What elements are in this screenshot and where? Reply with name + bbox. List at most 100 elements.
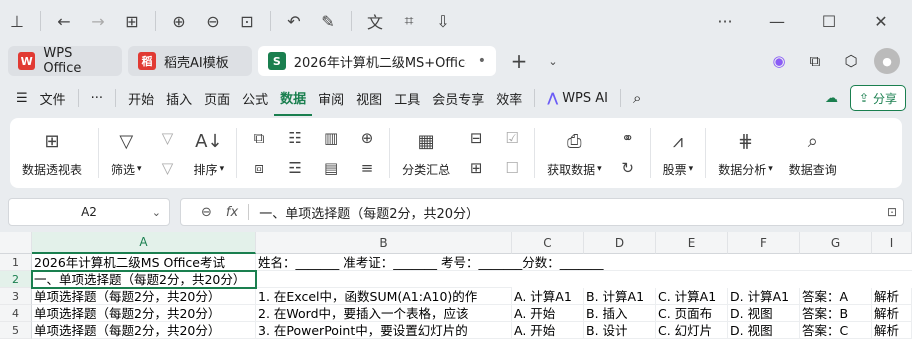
menu-page[interactable]: 页面: [198, 80, 236, 116]
simulate-icon[interactable]: ≡: [353, 158, 381, 178]
row-header[interactable]: 5: [0, 322, 32, 339]
translate-icon[interactable]: 文: [358, 4, 392, 38]
menu-wps-ai[interactable]: ⋀ WPS AI: [541, 80, 614, 116]
cell-i3[interactable]: 解析: [872, 288, 912, 305]
menu-formula[interactable]: 公式: [236, 80, 274, 116]
menu-efficiency[interactable]: 效率: [490, 80, 528, 116]
zoom-icon[interactable]: ⊖: [201, 205, 212, 220]
remove-duplicates-icon[interactable]: ☲: [281, 158, 309, 178]
cell-g4[interactable]: 答案：B: [800, 305, 872, 322]
search-icon[interactable]: ⌕: [627, 80, 647, 116]
cell-i4[interactable]: 解析: [872, 305, 912, 322]
new-tab-icon[interactable]: +: [502, 44, 536, 78]
row-header[interactable]: 4: [0, 305, 32, 322]
zoom-out-icon[interactable]: ⊖: [196, 4, 230, 38]
data-query-button[interactable]: ⌕ 数据查询: [781, 118, 845, 188]
column-header-c[interactable]: C: [512, 232, 584, 254]
cell-b4[interactable]: 2. 在Word中，要插入一个表格，应该: [256, 305, 512, 322]
column-header-e[interactable]: E: [656, 232, 728, 254]
cell-d3[interactable]: B. 计算A1: [584, 288, 656, 305]
cell-a5[interactable]: 单项选择题（每题2分，共20分）: [32, 322, 256, 339]
column-header-d[interactable]: D: [584, 232, 656, 254]
pin-icon[interactable]: ⊥: [0, 4, 34, 38]
tab-dot-icon[interactable]: •: [478, 53, 486, 69]
grid-icon[interactable]: ⊞: [115, 4, 149, 38]
cell-e5[interactable]: C. 幻灯片: [656, 322, 728, 339]
hamburger-icon[interactable]: ☰: [10, 80, 34, 116]
column-header-b[interactable]: B: [256, 232, 512, 254]
cell-g5[interactable]: 答案：C: [800, 322, 872, 339]
cloud-sync-icon[interactable]: ☁: [819, 80, 844, 116]
formula-input[interactable]: ⊖ fx 一、单项选择题（每题2分，共20分） ⊡: [180, 198, 904, 226]
cell-d5[interactable]: B. 设计: [584, 322, 656, 339]
cell-a4[interactable]: 单项选择题（每题2分，共20分）: [32, 305, 256, 322]
expand-icon[interactable]: ⊡: [887, 205, 897, 219]
download-icon[interactable]: ⇩: [426, 4, 460, 38]
minimize-icon[interactable]: —: [760, 4, 794, 38]
avatar[interactable]: ●: [874, 48, 900, 74]
share-button[interactable]: ⇪ 分享: [850, 85, 906, 111]
cell-g3[interactable]: 答案：A: [800, 288, 872, 305]
menu-home[interactable]: 开始: [122, 80, 160, 116]
fx-icon[interactable]: fx: [226, 205, 238, 220]
chevron-down-icon[interactable]: ⌄: [152, 206, 161, 219]
highlight-duplicates-icon[interactable]: ⧉: [245, 128, 273, 148]
cell-a1[interactable]: 2026年计算机二级MS Office考试: [32, 254, 256, 271]
cube-icon[interactable]: ⬡: [838, 48, 864, 74]
cell-b3[interactable]: 1. 在Excel中，函数SUM(A1:A10)的作: [256, 288, 512, 305]
row-header[interactable]: 1: [0, 254, 32, 271]
cell-c4[interactable]: A. 开始: [512, 305, 584, 322]
cell-f4[interactable]: D. 视图: [728, 305, 800, 322]
cell-a2[interactable]: 一、单项选择题（每题2分，共20分）: [32, 271, 512, 288]
clear-filter-icon[interactable]: ▽: [154, 128, 182, 148]
menu-data[interactable]: 数据: [274, 80, 313, 116]
tab-wps-office[interactable]: W WPS Office: [8, 46, 122, 76]
row-header[interactable]: 2: [0, 271, 32, 288]
reapply-filter-icon[interactable]: ▽: [154, 158, 182, 178]
row-header[interactable]: 3: [0, 288, 32, 305]
column-header-a[interactable]: A: [32, 232, 256, 254]
fit-icon[interactable]: ⊡: [230, 4, 264, 38]
consolidate-icon[interactable]: ⊕: [353, 128, 381, 148]
maximize-icon[interactable]: ☐: [812, 4, 846, 38]
close-icon[interactable]: ✕: [864, 4, 898, 38]
menu-view[interactable]: 视图: [350, 80, 388, 116]
tab-spreadsheet[interactable]: S 2026年计算机二级MS+Office考 •: [258, 46, 496, 76]
ungroup-icon[interactable]: ⊞: [462, 158, 490, 178]
menu-review[interactable]: 审阅: [312, 80, 350, 116]
pivot-table-button[interactable]: ⊞ 数据透视表: [10, 118, 94, 188]
name-box[interactable]: A2 ⌄: [8, 198, 170, 226]
cell-b5[interactable]: 3. 在PowerPoint中，要设置幻灯片的: [256, 322, 512, 339]
subtotal-button[interactable]: ▦ 分类汇总: [394, 118, 458, 188]
menu-insert[interactable]: 插入: [160, 80, 198, 116]
cell-f3[interactable]: D. 计算A1: [728, 288, 800, 305]
group-icon[interactable]: ⊟: [462, 128, 490, 148]
cell-c3[interactable]: A. 计算A1: [512, 288, 584, 305]
back-icon[interactable]: ←: [47, 4, 81, 38]
fill-icon[interactable]: ☷: [281, 128, 309, 148]
tab-docer-template[interactable]: 稻 稻壳AI模板: [128, 46, 252, 76]
show-detail-icon[interactable]: ☑: [498, 128, 526, 148]
menu-tools[interactable]: 工具: [388, 80, 426, 116]
menu-member[interactable]: 会员专享: [426, 80, 490, 116]
dropdown-list-icon[interactable]: ▤: [317, 158, 345, 178]
menu-more[interactable]: ···: [85, 80, 109, 116]
edit-icon[interactable]: ✎: [311, 4, 345, 38]
window-icon[interactable]: ⧉: [802, 48, 828, 74]
column-header-f[interactable]: F: [728, 232, 800, 254]
column-header-i[interactable]: I: [872, 232, 912, 254]
refresh-icon[interactable]: ↻: [614, 158, 642, 178]
rotate-icon[interactable]: ↶: [277, 4, 311, 38]
hide-detail-icon[interactable]: ☐: [498, 158, 526, 178]
zoom-in-icon[interactable]: ⊕: [162, 4, 196, 38]
chevron-down-icon[interactable]: ⌄: [536, 44, 570, 78]
cell-d4[interactable]: B. 插入: [584, 305, 656, 322]
validity-icon[interactable]: ⧈: [245, 158, 273, 178]
link-icon[interactable]: ⚭: [614, 128, 642, 148]
text-to-columns-icon[interactable]: ▥: [317, 128, 345, 148]
cell-e4[interactable]: C. 页面布: [656, 305, 728, 322]
cell-i5[interactable]: 解析: [872, 322, 912, 339]
capture-icon[interactable]: ⌗: [392, 4, 426, 38]
sort-button[interactable]: A↓ 排序 ▾: [186, 118, 233, 188]
cell-e3[interactable]: C. 计算A1: [656, 288, 728, 305]
